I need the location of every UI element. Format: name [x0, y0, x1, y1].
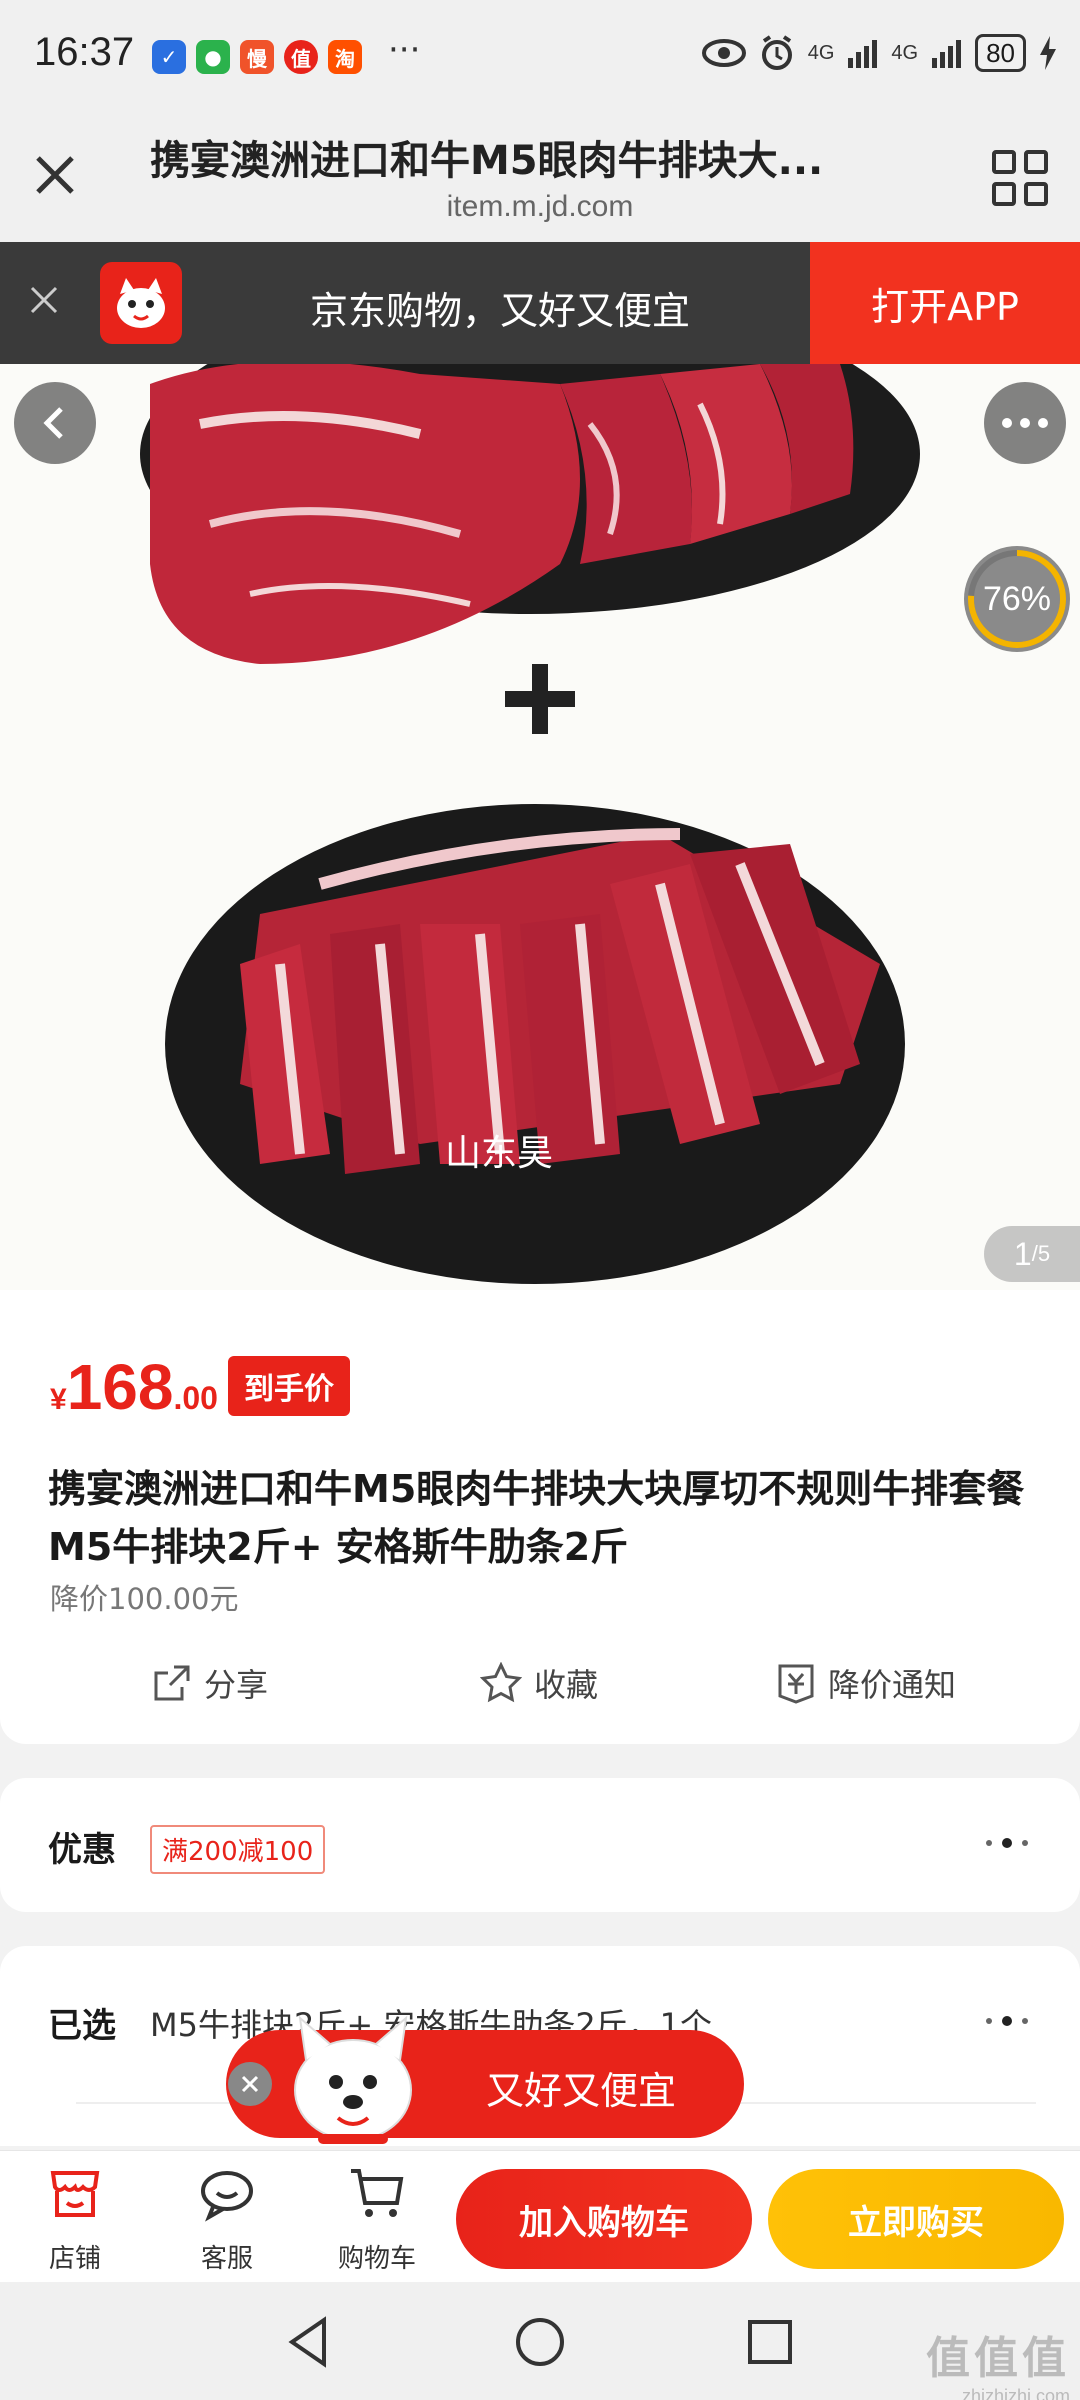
open-app-button[interactable]: 打开APP	[810, 242, 1080, 364]
progress-value: 76%	[982, 579, 1052, 618]
charging-icon	[1040, 36, 1056, 70]
store-button[interactable]: 店铺	[20, 2163, 130, 2275]
share-label: 分享	[204, 1666, 269, 1704]
status-app-icons: ✓ ● 慢 值 淘	[152, 40, 362, 74]
jd-logo	[100, 262, 182, 344]
promo-row[interactable]: 优惠 满200减100	[0, 1778, 1080, 1912]
nav-home-icon[interactable]	[510, 2312, 570, 2372]
chat-icon	[201, 2171, 253, 2222]
price-decimal: .00	[173, 1380, 218, 1416]
store-icon	[50, 2171, 100, 2217]
status-bar: 16:37 ✓ ● 慢 值 淘 ··· 4G 4G 80	[0, 0, 1080, 110]
image-counter: 1/5	[984, 1226, 1080, 1282]
steak-slices	[150, 364, 854, 664]
status-time: 16:37	[34, 30, 135, 74]
customer-service-button[interactable]: 客服	[172, 2163, 282, 2275]
signal-label-1: 4G	[807, 42, 835, 64]
grid-menu-icon[interactable]	[992, 150, 1048, 206]
price-tag-badge: 到手价	[228, 1356, 350, 1416]
battery-level: 80	[975, 34, 1026, 72]
banner-close-icon[interactable]	[26, 282, 62, 318]
promo-tag: 满200减100	[150, 1825, 326, 1874]
wechat-icon: ●	[196, 40, 230, 74]
system-navigation-bar: 值值值 zhizhizhi.com	[0, 2282, 1080, 2400]
eye-icon	[701, 39, 746, 67]
app-download-banner: 京东购物，又好又便宜 打开APP	[0, 242, 1080, 364]
taobao-icon: 淘	[328, 40, 362, 74]
close-icon	[241, 2075, 259, 2093]
signal-bars-icon	[932, 38, 962, 68]
more-dots-icon[interactable]	[986, 2016, 1028, 2026]
share-icon	[154, 1665, 190, 1701]
cart-icon	[351, 2169, 404, 2217]
image-counter-current: 1	[1013, 1235, 1032, 1272]
nav-recents-icon[interactable]	[740, 2312, 800, 2372]
price-drop-text: 降价100.00元	[50, 1582, 239, 1616]
selected-label: 已选	[48, 2006, 116, 2046]
bottom-action-bar: 店铺 客服 购物车 加入购物车 立即购买	[0, 2150, 1080, 2282]
price-integer: 168	[66, 1351, 174, 1423]
buy-now-button[interactable]: 立即购买	[768, 2169, 1064, 2269]
floating-promo-text: 又好又便宜	[486, 2069, 677, 2113]
price: ¥168.00	[50, 1350, 218, 1424]
star-icon	[480, 1662, 522, 1703]
site-watermark: 值值值 zhizhizhi.com	[926, 2322, 1070, 2400]
store-label: 店铺	[48, 2244, 101, 2274]
product-title: 携宴澳洲进口和牛M5眼肉牛排块大块厚切不规则牛排套餐 M5牛排块2斤+ 安格斯牛…	[48, 1467, 1025, 1569]
price-currency: ¥	[50, 1383, 67, 1416]
chevron-left-icon	[43, 407, 63, 439]
signal-label-2: 4G	[891, 42, 919, 64]
signal-bars-icon	[848, 38, 878, 68]
more-dots-icon[interactable]	[986, 1838, 1028, 1848]
shield-app-icon: ✓	[152, 40, 186, 74]
man-app-icon: 慢	[240, 40, 274, 74]
favorite-label: 收藏	[534, 1666, 599, 1704]
jd-mascot-icon	[294, 2015, 412, 2144]
loading-progress: 76%	[964, 546, 1070, 652]
cart-button[interactable]: 购物车	[322, 2163, 432, 2275]
back-button[interactable]	[14, 382, 96, 464]
add-to-cart-button[interactable]: 加入购物车	[456, 2169, 752, 2269]
page-url: item.m.jd.com	[446, 190, 634, 223]
alarm-icon	[761, 35, 792, 70]
image-counter-total: /5	[1031, 1241, 1051, 1266]
price-notify-label: 降价通知	[828, 1666, 957, 1704]
cart-label: 购物车	[337, 2244, 416, 2274]
product-info-card: ¥168.00 到手价 携宴澳洲进口和牛M5眼肉牛排块大块厚切不规则牛排套餐 M…	[0, 1290, 1080, 1744]
status-more: ···	[388, 30, 421, 70]
browser-title-bar: 携宴澳洲进口和牛M5眼肉牛排块大... item.m.jd.com	[0, 110, 1080, 242]
page-title: 携宴澳洲进口和牛M5眼肉牛排块大...	[150, 138, 824, 184]
promo-label: 优惠	[48, 1830, 116, 1870]
status-right: 4G 4G 80	[701, 34, 1056, 72]
price-alert-icon	[778, 1664, 814, 1704]
nav-back-icon[interactable]	[280, 2312, 340, 2372]
product-actions: 分享 收藏 降价通知	[0, 1660, 1080, 1720]
more-options-button[interactable]	[984, 382, 1066, 464]
product-image-gallery[interactable]: 山东昊 76% 1/5	[0, 364, 1080, 1290]
price-notify-button[interactable]: 降价通知	[776, 1660, 956, 1706]
floating-promo-close-button[interactable]	[228, 2062, 272, 2106]
site-watermark-main: 值值值	[926, 2333, 1070, 2384]
image-watermark: 山东昊	[445, 1133, 554, 1174]
share-button[interactable]: 分享	[152, 1660, 268, 1706]
service-label: 客服	[200, 2244, 253, 2274]
zhi-app-icon: 值	[284, 40, 318, 74]
banner-slogan: 京东购物，又好又便宜	[309, 289, 690, 333]
site-watermark-sub: zhizhizhi.com	[961, 2386, 1070, 2400]
favorite-button[interactable]: 收藏	[480, 1660, 598, 1706]
